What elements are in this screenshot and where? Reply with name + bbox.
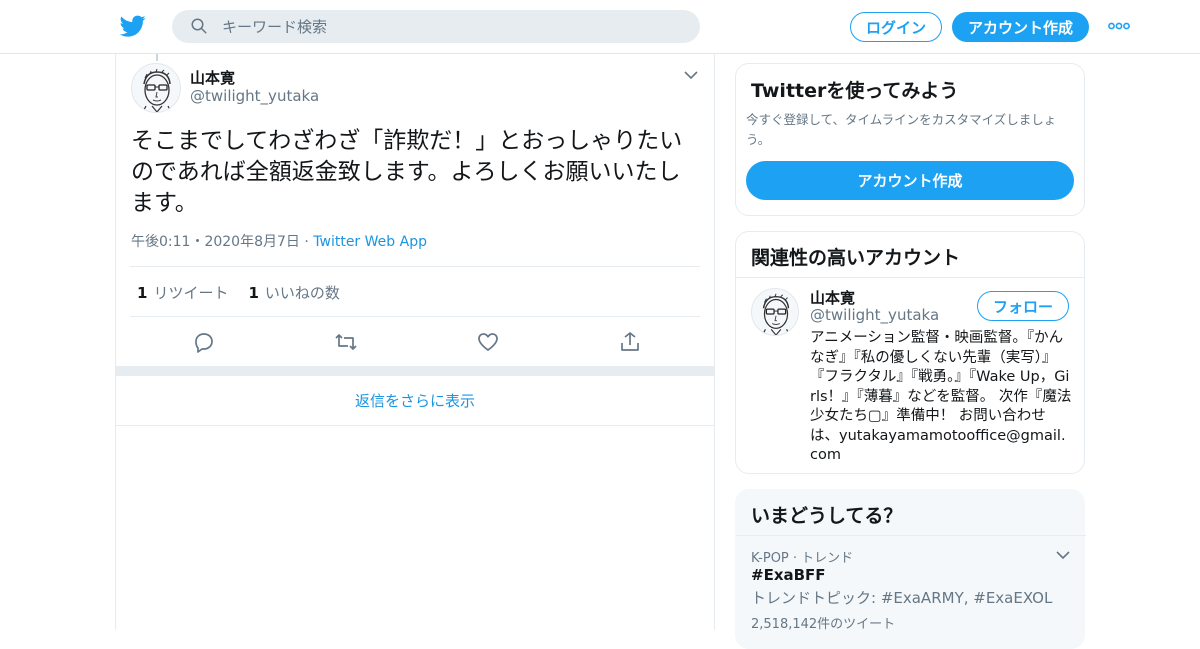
chevron-down-icon[interactable] [1056, 550, 1070, 560]
more-options-icon[interactable] [1108, 22, 1130, 30]
trend-context: K-POP · トレンド [751, 551, 854, 566]
tweet-text: そこまでしてわざわざ「詐欺だ！」とおっしゃりたいのであれば全額返金致します。よろ… [131, 128, 683, 216]
like-stat[interactable]: 1 いいねの数 [248, 282, 339, 303]
tweet-timestamp[interactable]: 午後0:11・2020年8月7日 · Twitter Web App [131, 231, 427, 251]
related-account-name[interactable]: 山本寛 [810, 287, 855, 308]
divider [130, 266, 700, 267]
author-handle[interactable]: @twilight_yutaka [190, 87, 319, 105]
tweet-date[interactable]: 2020年8月7日 [204, 234, 299, 250]
trends-card: いまどうしてる？ K-POP · トレンド #ExaBFF トレンドトピック: … [735, 489, 1086, 649]
show-more-replies-link[interactable]: 返信をさらに表示 [116, 376, 714, 426]
reply-icon[interactable] [192, 330, 216, 354]
search-input[interactable] [222, 10, 682, 43]
signup-button[interactable]: アカウント作成 [952, 12, 1089, 42]
tweet-column: 山本寛 @twilight_yutaka そこまでしてわざわざ「詐欺だ！」とおっ… [115, 54, 715, 630]
related-accounts-card: 関連性の高いアカウント 山本寛 @twilight_yutaka フォロー アニ… [735, 231, 1085, 474]
retweet-stat[interactable]: 1 リツイート [137, 282, 228, 303]
trend-hashtag[interactable]: #ExaBFF [751, 566, 826, 584]
like-count: 1 [248, 284, 259, 302]
tweet-stats: 1 リツイート 1 いいねの数 [137, 282, 340, 303]
tweet-actions [130, 326, 700, 358]
related-accounts-title: 関連性の高いアカウント [751, 247, 961, 269]
tweet-time[interactable]: 午後0:11 [131, 234, 190, 250]
like-stat-label: いいねの数 [264, 284, 340, 302]
trend-related-topics: トレンドトピック: #ExaARMY, #ExaEXOL [751, 589, 1053, 607]
sketch-portrait-icon [142, 68, 172, 112]
sketch-portrait-icon [761, 293, 791, 335]
divider [736, 277, 1084, 278]
chevron-down-icon[interactable] [684, 70, 698, 80]
like-heart-icon[interactable] [476, 330, 500, 354]
divider [130, 316, 700, 317]
author-name[interactable]: 山本寛 [190, 67, 235, 88]
login-button[interactable]: ログイン [850, 12, 942, 42]
retweet-stat-label: リツイート [153, 284, 229, 302]
top-navigation-bar: ログイン アカウント作成 [0, 0, 1200, 54]
signup-card-button[interactable]: アカウント作成 [746, 161, 1074, 200]
signup-card-subtitle: 今すぐ登録して、タイムラインをカスタマイズしましょう。 [746, 112, 1057, 147]
trend-tweet-count: 2,518,142件のツイート [751, 617, 896, 632]
section-separator [116, 366, 714, 376]
search-icon [191, 18, 207, 34]
date-separator: ・ [190, 234, 205, 250]
author-avatar[interactable] [131, 63, 181, 113]
search-box[interactable] [172, 10, 700, 43]
follow-button[interactable]: フォロー [977, 291, 1069, 321]
related-account-avatar[interactable] [751, 288, 799, 336]
source-separator: · [299, 234, 314, 250]
twitter-bird-icon[interactable] [119, 13, 147, 39]
divider [736, 535, 1086, 536]
related-account-handle[interactable]: @twilight_yutaka [810, 306, 939, 324]
related-account-bio: アニメーション監督・映画監督。『かんなぎ』『私の優しくない先輩（実写）』『フラク… [810, 330, 1072, 463]
retweet-icon[interactable] [334, 330, 358, 354]
tweet-source-link[interactable]: Twitter Web App [313, 234, 427, 250]
retweet-count: 1 [137, 284, 148, 302]
signup-card: Twitterを使ってみよう 今すぐ登録して、タイムラインをカスタマイズしましょ… [735, 63, 1085, 216]
trends-title: いまどうしてる？ [751, 505, 903, 527]
thread-connector-line [156, 54, 158, 61]
share-icon[interactable] [618, 330, 642, 354]
signup-card-title: Twitterを使ってみよう [751, 80, 959, 102]
